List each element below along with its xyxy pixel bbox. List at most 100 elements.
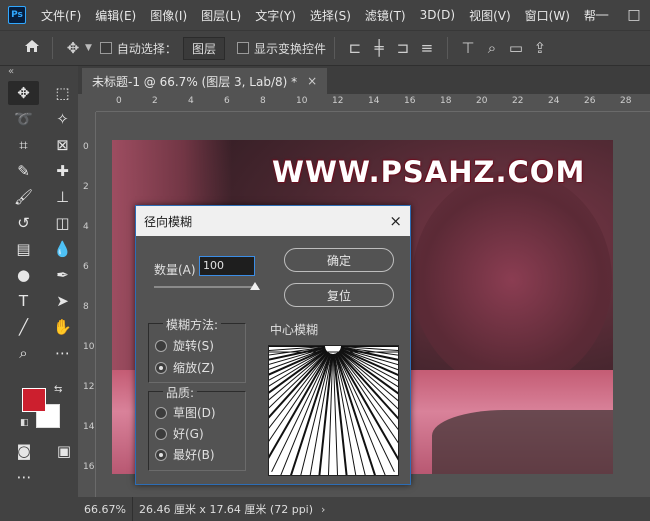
ruler-tick-label: 10 <box>83 342 95 352</box>
menu-image[interactable]: 图像(I) <box>143 7 194 24</box>
menu-select[interactable]: 选择(S) <box>303 7 358 24</box>
workspace-icon[interactable]: ▭ <box>504 39 528 57</box>
document-size-info: 26.46 厘米 x 17.64 厘米 (72 ppi) <box>138 503 314 516</box>
align-right-icon[interactable]: ⊐ <box>391 39 415 57</box>
photoshop-logo-icon: Ps <box>8 6 26 24</box>
document-tab-bar: 未标题-1 @ 66.7% (图层 3, Lab/8) * × <box>78 66 650 94</box>
default-colors-icon[interactable]: ◧ <box>20 418 29 428</box>
healing-brush-tool-icon[interactable]: ✚ <box>47 159 78 183</box>
more-tools-icon[interactable]: ⋯ <box>47 341 78 365</box>
chevron-down-icon[interactable]: ▼ <box>85 43 92 53</box>
swap-colors-icon[interactable]: ⇆ <box>54 384 62 395</box>
collapse-panel-icon[interactable]: « <box>0 66 78 80</box>
search-icon[interactable]: ⌕ <box>480 39 504 57</box>
ruler-tick-label: 2 <box>152 96 158 106</box>
align-center-icon[interactable]: ╪ <box>367 39 391 57</box>
blur-tool-icon[interactable]: 💧 <box>47 237 78 261</box>
menu-bar: Ps 文件(F) 编辑(E) 图像(I) 图层(L) 文字(Y) 选择(S) 滤… <box>0 0 650 30</box>
method-zoom-option[interactable]: 缩放(Z) <box>155 359 215 376</box>
rock-shape <box>432 410 613 474</box>
window-controls: — □ <box>586 0 650 30</box>
quality-best-radio[interactable] <box>155 448 167 461</box>
dodge-tool-icon[interactable]: ● <box>8 263 39 287</box>
method-spin-radio[interactable] <box>155 339 167 352</box>
quality-draft-option[interactable]: 草图(D) <box>155 404 216 421</box>
blur-center-preview[interactable] <box>193 345 473 486</box>
minimize-button[interactable]: — <box>586 7 618 23</box>
menu-edit[interactable]: 编辑(E) <box>88 7 143 24</box>
foreground-color-swatch[interactable] <box>22 388 46 412</box>
share-icon[interactable]: ⇪ <box>528 39 552 57</box>
menu-view[interactable]: 视图(V) <box>462 7 518 24</box>
amount-slider-thumb[interactable] <box>250 282 260 290</box>
eyedropper-tool-icon[interactable]: ✎ <box>8 159 39 183</box>
menu-file[interactable]: 文件(F) <box>34 7 88 24</box>
tools-panel: « ✥ ⬚ ➰ ✧ ⌗ ⊠ ✎ ✚ 🖌 ⊥ ↺ ◫ ▤ 💧 ● ✒ T ➤ ╱ ✋ ⌕ ⋯ ⇆ ◧ ◙… <box>0 66 78 521</box>
close-icon[interactable]: × <box>307 74 317 88</box>
type-tool-icon[interactable]: T <box>8 289 39 313</box>
menu-filter[interactable]: 滤镜(T) <box>358 7 413 24</box>
ruler-tick-label: 16 <box>83 462 95 472</box>
quality-best-label: 最好(B) <box>173 448 215 462</box>
reset-button[interactable]: 复位 <box>284 283 394 307</box>
eraser-tool-icon[interactable]: ◫ <box>47 211 78 235</box>
ruler-tick-label: 28 <box>620 96 632 106</box>
quick-mask-icon[interactable]: ◙ <box>8 439 40 463</box>
close-icon[interactable]: × <box>389 212 402 230</box>
auto-select-label: 自动选择： <box>116 41 177 56</box>
ruler-tick-label: 8 <box>83 302 89 312</box>
lasso-tool-icon[interactable]: ➰ <box>8 107 39 131</box>
maximize-button[interactable]: □ <box>618 7 650 23</box>
options-bar: ✥ ▼ 自动选择： 图层 显示变换控件 ⊏ ╪ ⊐ ≡ ⊤ ⌕ ▭ ⇪ <box>0 30 650 66</box>
pen-tool-icon[interactable]: ✒ <box>47 263 78 287</box>
method-zoom-radio[interactable] <box>155 361 167 374</box>
hand-tool-icon[interactable]: ✋ <box>47 315 78 339</box>
document-tab[interactable]: 未标题-1 @ 66.7% (图层 3, Lab/8) * × <box>82 68 328 94</box>
crop-tool-icon[interactable]: ⌗ <box>8 133 39 157</box>
amount-input[interactable]: 100 <box>199 256 255 276</box>
show-transform-checkbox[interactable] <box>236 42 249 54</box>
method-spin-label: 旋转(S) <box>173 339 214 353</box>
move-tool-icon[interactable]: ✥ <box>8 81 39 105</box>
screen-mode-icon[interactable]: ▣ <box>48 439 80 463</box>
home-icon[interactable] <box>20 39 44 57</box>
amount-slider-track[interactable] <box>154 286 258 288</box>
edit-toolbar-icon[interactable]: ⋯ <box>8 465 40 489</box>
quality-good-radio[interactable] <box>155 427 167 440</box>
ok-button[interactable]: 确定 <box>284 248 394 272</box>
move-tool-icon[interactable]: ✥ <box>61 39 85 57</box>
status-menu-arrow[interactable]: › <box>321 503 325 516</box>
quality-best-option[interactable]: 最好(B) <box>155 446 215 463</box>
stamp-tool-icon[interactable]: ⊥ <box>47 185 78 209</box>
align-top-icon[interactable]: ⊤ <box>456 39 480 57</box>
marquee-tool-icon[interactable]: ⬚ <box>47 81 78 105</box>
history-brush-tool-icon[interactable]: ↺ <box>8 211 39 235</box>
frame-tool-icon[interactable]: ⊠ <box>47 133 78 157</box>
path-selection-tool-icon[interactable]: ➤ <box>47 289 78 313</box>
auto-select-checkbox[interactable] <box>99 42 112 54</box>
brush-tool-icon[interactable]: 🖌 <box>8 185 39 209</box>
quality-draft-radio[interactable] <box>155 406 167 419</box>
dialog-title-bar: 径向模糊 × <box>136 206 410 236</box>
method-spin-option[interactable]: 旋转(S) <box>155 337 214 354</box>
distribute-icon[interactable]: ≡ <box>415 39 439 57</box>
method-zoom-label: 缩放(Z) <box>173 361 215 375</box>
menu-layer[interactable]: 图层(L) <box>194 7 248 24</box>
menu-window[interactable]: 窗口(W) <box>518 7 577 24</box>
align-left-icon[interactable]: ⊏ <box>343 39 367 57</box>
ruler-tick-label: 2 <box>83 182 89 192</box>
status-bar: 66.67% 26.46 厘米 x 17.64 厘米 (72 ppi) › <box>78 497 650 521</box>
menu-3d[interactable]: 3D(D) <box>413 8 462 22</box>
line-tool-icon[interactable]: ╱ <box>8 315 39 339</box>
zoom-level[interactable]: 66.67% <box>78 497 133 521</box>
blur-method-group: 模糊方法: 旋转(S) 缩放(Z) <box>148 316 246 383</box>
menu-type[interactable]: 文字(Y) <box>248 7 303 24</box>
ruler-tick-label: 0 <box>83 142 89 152</box>
auto-select-target-select[interactable]: 图层 <box>182 36 225 60</box>
ruler-corner <box>78 94 96 112</box>
gradient-tool-icon[interactable]: ▤ <box>8 237 39 261</box>
magic-wand-tool-icon[interactable]: ✧ <box>47 107 78 131</box>
zoom-tool-icon[interactable]: ⌕ <box>8 341 39 365</box>
vertical-ruler: 0 2 4 6 8 10 12 14 16 <box>78 112 96 497</box>
quality-good-option[interactable]: 好(G) <box>155 425 204 442</box>
